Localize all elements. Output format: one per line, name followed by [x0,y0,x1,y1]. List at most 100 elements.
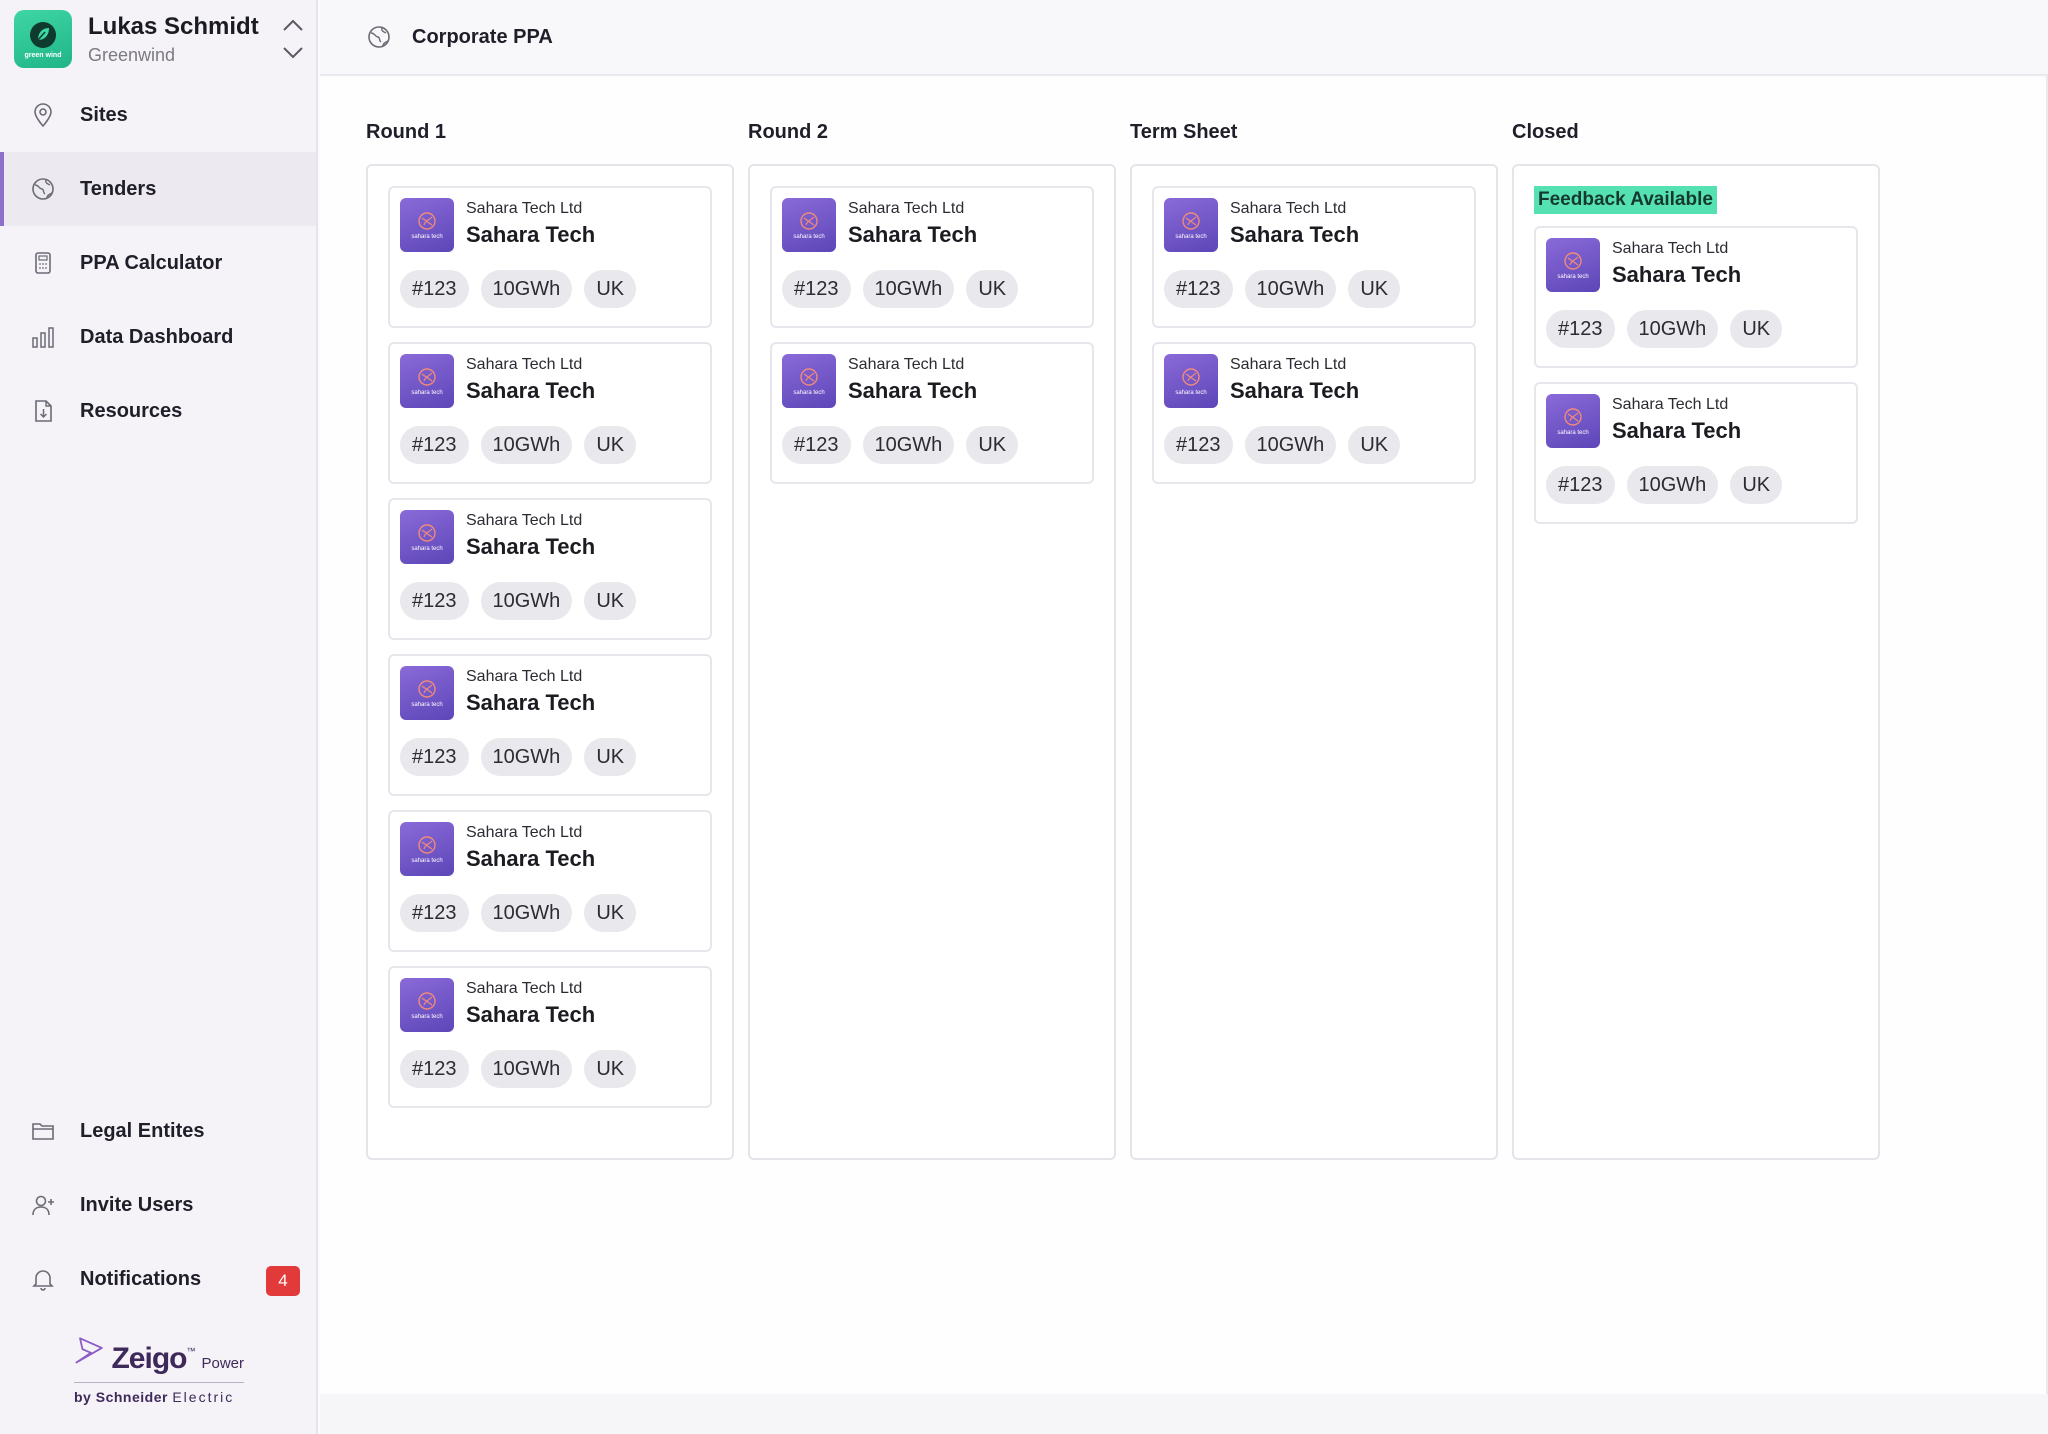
company-logo-icon [1182,212,1200,230]
column-round-2: Round 2 sahara tech Sahara Tech Ltd Saha… [748,114,1116,1160]
company-logo: sahara tech [1546,394,1600,448]
tag-chip: #123 [1546,466,1615,504]
card-company-name: Sahara Tech Ltd [466,356,583,373]
tender-card[interactable]: sahara tech Sahara Tech Ltd Sahara Tech … [1152,186,1476,328]
tag-chip: 10GWh [1626,310,1719,348]
card-tags: #123 10GWh UK [1164,426,1464,464]
sidebar-item-resources[interactable]: Resources [0,374,316,448]
globe-icon [368,26,390,48]
company-logo-icon [418,368,436,386]
sidebar-item-label: Legal Entites [80,1119,205,1142]
card-tags: #123 10GWh UK [1546,310,1846,348]
sidebar-item-tenders[interactable]: Tenders [0,152,316,226]
chevron-down-icon[interactable] [282,46,304,60]
sidebar-item-invite-users[interactable]: Invite Users [0,1168,316,1242]
brand-suffix: Power [201,1355,244,1372]
sidebar-item-label: Resources [80,399,183,422]
tag-chip: 10GWh [480,582,573,620]
tag-chip: UK [584,270,637,308]
document-download-icon [35,400,52,422]
company-logo-icon [800,212,818,230]
company-logo-text: sahara tech [411,546,443,552]
user-name: Lukas Schmidt [88,12,259,40]
calculator-icon [35,252,51,274]
company-logo: sahara tech [400,198,454,252]
company-logo-text: sahara tech [1557,430,1589,436]
tender-card[interactable]: sahara tech Sahara Tech Ltd Sahara Tech … [388,654,712,796]
card-title: Sahara Tech [848,222,978,247]
company-logo-text: sahara tech [411,390,443,396]
tender-card[interactable]: sahara tech Sahara Tech Ltd Sahara Tech … [388,966,712,1108]
location-pin-icon [34,103,52,128]
tender-card[interactable]: sahara tech Sahara Tech Ltd Sahara Tech … [1152,342,1476,484]
feedback-available-badge[interactable]: Feedback Available [1534,186,1717,214]
card-title: Sahara Tech [466,690,596,715]
card-company-name: Sahara Tech Ltd [1230,356,1347,373]
sidebar-item-label: Tenders [80,177,157,200]
org-logo: green wind [14,10,72,68]
tag-chip: 10GWh [480,738,573,776]
card-tags: #123 10GWh UK [400,582,700,620]
tag-chip: UK [1348,426,1401,464]
account-switcher[interactable]: green wind Lukas Schmidt Greenwind [0,0,316,78]
card-company-name: Sahara Tech Ltd [466,980,583,997]
tender-card[interactable]: sahara tech Sahara Tech Ltd Sahara Tech … [388,342,712,484]
brand-byline: by Schneider Electric [74,1389,235,1405]
sidebar-item-label: Sites [80,103,128,126]
card-tags: #123 10GWh UK [400,1050,700,1088]
tender-card[interactable]: sahara tech Sahara Tech Ltd Sahara Tech … [770,342,1094,484]
tag-chip: 10GWh [1244,426,1337,464]
card-company-name: Sahara Tech Ltd [848,200,965,217]
sidebar-item-sites[interactable]: Sites [0,78,316,152]
column-body: sahara tech Sahara Tech Ltd Sahara Tech … [366,164,734,1160]
company-logo-text: sahara tech [411,858,443,864]
card-title: Sahara Tech [466,534,596,559]
tag-chip: #123 [1546,310,1615,348]
tag-chip: #123 [400,270,469,308]
tag-chip: #123 [1164,270,1233,308]
company-logo-text: sahara tech [1557,274,1589,280]
card-title: Sahara Tech [1612,262,1742,287]
tender-card[interactable]: sahara tech Sahara Tech Ltd Sahara Tech … [388,498,712,640]
card-company-name: Sahara Tech Ltd [466,512,583,529]
tag-chip: UK [1730,466,1783,504]
card-tags: #123 10GWh UK [1164,270,1464,308]
card-tags: #123 10GWh UK [1546,466,1846,504]
chevron-up-icon[interactable] [282,18,304,32]
company-logo-text: sahara tech [793,390,825,396]
sidebar-item-label: Data Dashboard [80,325,234,348]
tag-chip: UK [584,582,637,620]
sidebar-item-label: PPA Calculator [80,251,223,274]
sidebar-item-data-dashboard[interactable]: Data Dashboard [0,300,316,374]
company-logo-text: sahara tech [411,234,443,240]
folder-icon [32,1123,54,1140]
company-logo: sahara tech [400,510,454,564]
notification-count-badge: 4 [266,1266,300,1296]
tender-card[interactable]: sahara tech Sahara Tech Ltd Sahara Tech … [1534,382,1858,524]
company-logo: sahara tech [1546,238,1600,292]
tag-chip: #123 [400,894,469,932]
company-logo: sahara tech [782,198,836,252]
sidebar-item-notifications[interactable]: Notifications 4 [0,1242,316,1316]
kanban-board: Round 1 sahara tech Sahara Tech Ltd Saha… [320,78,2048,1394]
company-logo-icon [418,524,436,542]
tag-chip: 10GWh [480,270,573,308]
card-tags: #123 10GWh UK [400,738,700,776]
column-body: Feedback Available sahara tech Sahara Te… [1512,164,1880,1160]
company-logo: sahara tech [400,354,454,408]
sidebar-item-legal-entities[interactable]: Legal Entites [0,1094,316,1168]
card-title: Sahara Tech [466,378,596,403]
tender-card[interactable]: sahara tech Sahara Tech Ltd Sahara Tech … [388,186,712,328]
sidebar-item-ppa-calculator[interactable]: PPA Calculator [0,226,316,300]
tender-card[interactable]: sahara tech Sahara Tech Ltd Sahara Tech … [388,810,712,952]
tender-card[interactable]: sahara tech Sahara Tech Ltd Sahara Tech … [770,186,1094,328]
company-logo: sahara tech [400,666,454,720]
card-title: Sahara Tech [1612,418,1742,443]
footer-bar [320,1394,2048,1434]
company-logo-icon [418,680,436,698]
tender-card[interactable]: sahara tech Sahara Tech Ltd Sahara Tech … [1534,226,1858,368]
company-logo-icon [800,368,818,386]
column-round-1: Round 1 sahara tech Sahara Tech Ltd Saha… [366,114,734,1160]
zeigo-mark-icon [75,1337,103,1364]
tag-chip: #123 [782,270,851,308]
